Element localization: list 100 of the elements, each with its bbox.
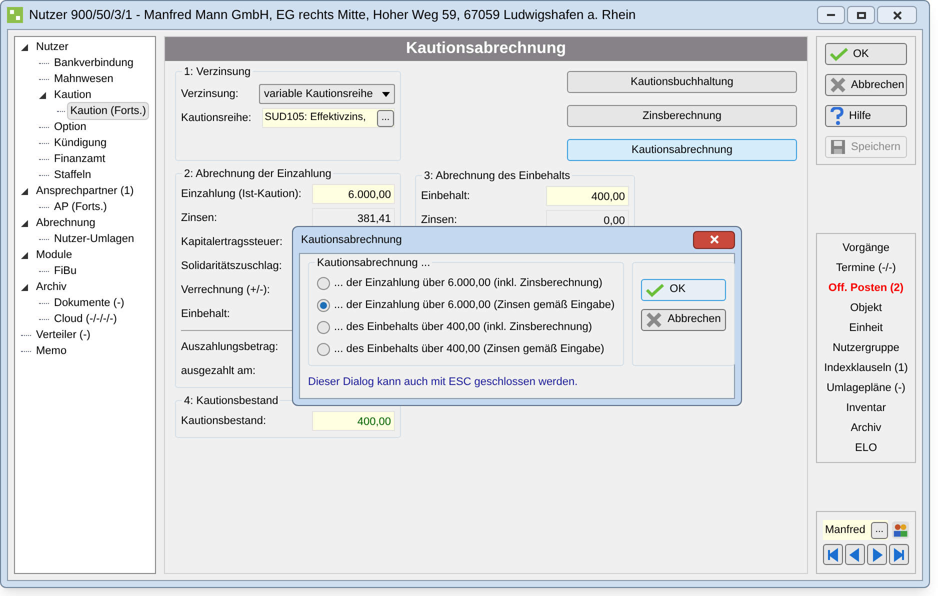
command-button[interactable]: Hilfe <box>825 105 907 127</box>
next-icon <box>870 548 884 562</box>
tree-item[interactable]: Dokumente (-) <box>51 294 128 312</box>
tree-item[interactable]: Archiv <box>33 278 70 296</box>
window-title: Nutzer 900/50/3/1 - Manfred Mann GmbH, EG rechts Mitte, Hoher Weg 59, 67059 Ludwigshafen a. Rhein <box>29 6 637 24</box>
last-icon <box>892 548 906 562</box>
next-record-button[interactable] <box>867 544 887 565</box>
nav-link[interactable]: Off. Posten (2) <box>828 278 904 298</box>
dropdown-arrow-icon <box>382 92 390 96</box>
first-icon <box>826 548 840 562</box>
amount-field[interactable]: 6.000,00 <box>312 184 395 204</box>
nav-link[interactable]: Termine (-/-) <box>836 258 896 278</box>
tree-item[interactable]: Bankverbindung <box>51 54 137 72</box>
field-label: Verzinsung: <box>181 87 240 101</box>
dropdown[interactable]: variable Kautionsreihe <box>259 84 395 104</box>
collapse-icon[interactable] <box>21 220 28 226</box>
tree-item[interactable]: Ansprechpartner (1) <box>33 182 137 200</box>
previous-record-button[interactable] <box>845 544 865 565</box>
check-icon <box>646 282 664 296</box>
radio-button[interactable] <box>317 343 330 356</box>
last-record-button[interactable] <box>889 544 909 565</box>
action-button[interactable]: Kautionsbuchhaltung <box>567 71 797 93</box>
dialog-button[interactable]: Abbrechen <box>640 308 726 330</box>
amount-field: 400,00 <box>312 411 395 431</box>
radio-option[interactable]: ... des Einbehalts über 400,00 (inkl. Zinsberechnung) <box>317 316 615 338</box>
panel-header: Kautionsabrechnung <box>165 37 807 61</box>
group-title: 1: Verzinsung <box>182 64 253 80</box>
nav-link[interactable]: Einheit <box>849 318 883 338</box>
tree-item[interactable]: Nutzer <box>33 38 72 56</box>
nav-link[interactable]: Vorgänge <box>842 238 890 258</box>
minimize-button[interactable] <box>817 6 845 24</box>
dialog-title: Kautionsabrechnung <box>301 232 402 248</box>
command-button[interactable]: OK <box>825 43 907 65</box>
nav-link[interactable]: Nutzergruppe <box>832 338 900 358</box>
tree-item[interactable]: Nutzer-Umlagen <box>51 230 138 248</box>
radio-option[interactable]: ... der Einzahlung über 6.000,00 (inkl. Zinsberechnung) <box>317 272 615 294</box>
cross-icon <box>646 312 662 328</box>
action-button[interactable]: Zinsberechnung <box>567 105 797 127</box>
close-button[interactable] <box>693 230 735 249</box>
action-button[interactable]: Kautionsabrechnung <box>567 139 797 161</box>
field-label: Zinsen: <box>421 212 458 228</box>
field-label: Einbehalt: <box>421 188 470 204</box>
tree-item[interactable]: AP (Forts.) <box>51 198 110 216</box>
group-title: 3: Abrechnung des Einbehalts <box>422 168 572 184</box>
collapse-icon[interactable] <box>21 44 28 50</box>
app-icon <box>7 7 23 23</box>
cross-icon <box>830 77 846 93</box>
first-record-button[interactable] <box>823 544 843 565</box>
nav-link[interactable]: Inventar <box>846 398 886 418</box>
field-label: Solidaritätszuschlag: <box>181 258 282 274</box>
field-label: Einzahlung (Ist-Kaution): <box>181 186 302 202</box>
tree-item[interactable]: Kündigung <box>51 134 110 152</box>
tree-item[interactable]: Cloud (-/-/-/-) <box>51 310 120 328</box>
amount-field: 381,41 <box>312 208 395 228</box>
collapse-icon[interactable] <box>21 188 28 194</box>
browse-button[interactable]: ... <box>870 522 888 538</box>
group-title: 2: Abrechnung der Einzahlung <box>182 166 334 182</box>
dialog-button[interactable]: OK <box>640 278 726 300</box>
maximize-button[interactable] <box>847 6 875 24</box>
nav-link[interactable]: Objekt <box>850 298 882 318</box>
radio-button[interactable] <box>317 321 330 334</box>
save-icon <box>830 139 846 155</box>
field-label: Einbehalt: <box>181 306 230 322</box>
tree-item[interactable]: Module <box>33 246 76 264</box>
tree-item[interactable]: Abrechnung <box>33 214 98 232</box>
help-icon <box>830 107 844 125</box>
radio-option[interactable]: ... des Einbehalts über 400,00 (Zinsen gemäß Eingabe) <box>317 338 615 360</box>
tree-item[interactable]: Option <box>51 118 90 136</box>
previous-icon <box>848 548 862 562</box>
tree-item[interactable]: Staffeln <box>51 166 94 184</box>
tree-item[interactable]: FiBu <box>51 262 80 280</box>
radio-button[interactable] <box>317 299 330 312</box>
nav-link[interactable]: ELO <box>854 438 877 458</box>
field-label: Kapitalertragssteuer: <box>181 234 282 250</box>
radio-button[interactable] <box>317 277 330 290</box>
field-label: Verrechnung (+/-): <box>181 282 270 298</box>
close-icon <box>892 10 902 20</box>
tree-item[interactable]: Kaution <box>51 86 94 104</box>
field-label: ausgezahlt am: <box>181 364 256 379</box>
radio-option[interactable]: ... der Einzahlung über 6.000,00 (Zinsen gemäß Eingabe) <box>317 294 615 316</box>
user-field[interactable]: Manfred <box>825 522 866 538</box>
tree-item[interactable]: Mahnwesen <box>51 70 116 88</box>
field-label: Kautionsbestand: <box>181 414 266 429</box>
close-icon <box>710 235 718 244</box>
close-button[interactable] <box>877 6 917 24</box>
tree-item[interactable]: Kaution (Forts.) <box>67 102 149 120</box>
amount-field[interactable]: 400,00 <box>546 186 629 206</box>
collapse-icon[interactable] <box>21 252 28 258</box>
nav-link[interactable]: Indexklauseln (1) <box>824 358 908 378</box>
nav-link[interactable]: Archiv <box>850 418 882 438</box>
nav-link[interactable]: Umlagepläne (-) <box>826 378 906 398</box>
tree-item[interactable]: Verteiler (-) <box>33 326 94 344</box>
check-icon <box>830 47 848 61</box>
tree-item[interactable]: Finanzamt <box>51 150 108 168</box>
people-icon[interactable] <box>892 521 909 539</box>
command-button[interactable]: Abbrechen <box>825 74 907 96</box>
collapse-icon[interactable] <box>39 92 46 98</box>
collapse-icon[interactable] <box>21 284 28 290</box>
tree-item[interactable]: Memo <box>33 342 70 360</box>
field-label: Auszahlungsbetrag: <box>181 340 278 355</box>
